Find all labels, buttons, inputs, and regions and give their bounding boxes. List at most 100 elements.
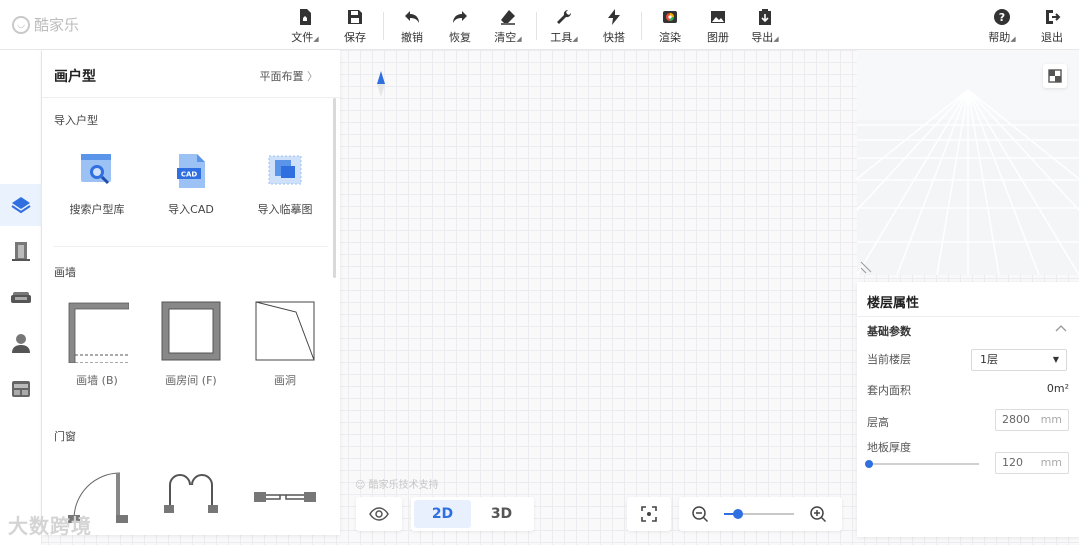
redo-button[interactable]: 恢复 [440,8,480,45]
slab-thickness-label: 地板厚度 [867,441,911,454]
brand-logo[interactable]: ◡ 酷家乐 [12,14,79,35]
door-icon [12,242,30,261]
zoom-slider[interactable] [724,509,794,519]
view-3d-button[interactable]: 3D [473,500,530,528]
section-wall: 画墙 [54,266,76,279]
draw-wall-label: 画墙 (B) [76,374,118,387]
preview-layout-button[interactable] [1043,64,1067,88]
redo-icon [453,11,467,23]
import-cad-label: 导入CAD [168,203,214,216]
nav-floorplan[interactable] [0,184,42,226]
clear-button[interactable]: 清空◢ [488,8,528,45]
layout-toggle-icon [1048,69,1062,83]
slab-slider-handle[interactable] [865,460,873,468]
compass-icon[interactable] [375,70,387,98]
undo-button[interactable]: 撤销 [392,8,432,45]
nav-furniture[interactable] [0,276,42,318]
export-label: 导出 [751,31,774,44]
section-divider [54,246,328,247]
shortcut-button[interactable]: 快搭 [594,8,634,45]
import-cad-tile[interactable]: CAD 导入CAD [143,145,239,217]
visibility-button[interactable] [356,497,402,531]
draw-opening-tile[interactable]: 画洞 [237,296,333,388]
layers-icon [11,197,31,214]
import-trace-label: 导入临摹图 [257,203,313,216]
person-icon [12,334,30,353]
floor-height-unit: mm [1040,413,1062,426]
corner-overlay-text: 大数跨境 [8,514,92,538]
fit-view-button[interactable] [627,497,671,531]
toolbar-divider [383,12,384,40]
tech-support-watermark: ☺ 酷家乐技术支持 [355,480,439,491]
floor-height-input[interactable]: 2800 mm [995,409,1069,431]
undo-label: 撤销 [401,31,423,44]
current-floor-select[interactable]: 1层 ▼ [971,349,1067,371]
zoom-out-icon[interactable] [691,505,709,523]
clipboard-icon [759,9,771,25]
brand-name: 酷家乐 [34,16,80,34]
zoom-slider-handle[interactable] [733,509,743,519]
caret-down-icon: ▼ [1052,355,1059,364]
section-doors-windows: 门窗 [54,430,76,443]
tools-label: 工具 [550,31,573,44]
file-label: 文件 [291,31,314,44]
focus-frame-icon [641,506,657,522]
album-label: 图册 [707,31,729,44]
floor-layout-label: 平面布置 [259,70,304,83]
slab-thickness-slider[interactable] [865,460,979,468]
save-icon [348,10,362,24]
logout-icon [1046,10,1061,24]
eraser-icon [501,10,515,25]
watermark-text: 酷家乐技术支持 [368,480,439,491]
zoom-in-icon[interactable] [809,505,827,523]
save-label: 保存 [344,31,366,44]
album-button[interactable]: 图册 [698,8,738,45]
current-floor-label: 当前楼层 [867,353,911,366]
view-2d-button[interactable]: 2D [414,500,471,528]
props-divider [857,316,1079,317]
draw-room-tile[interactable]: 画房间 (F) [143,296,239,388]
draw-room-label: 画房间 (F) [165,374,217,387]
interior-area-label: 套内面积 [867,384,911,397]
wall-icon [49,296,145,366]
category-sidebar [0,50,42,545]
save-button[interactable]: 保存 [335,8,375,45]
draw-wall-tile[interactable]: 画墙 (B) [49,296,145,388]
zoom-control [679,497,842,531]
panel-title: 画户型 [54,69,96,85]
window-tile[interactable] [237,455,333,525]
nav-doors[interactable] [0,230,42,272]
logout-button[interactable]: 退出 [1032,8,1072,45]
toolbar-divider [641,12,642,40]
render-button[interactable]: 渲染 [650,8,690,45]
cad-file-icon: CAD [143,145,239,195]
search-floorplan-label: 搜索户型库 [69,203,125,216]
logo-icon: ◡ [12,15,30,34]
nav-people[interactable] [0,322,42,364]
help-button[interactable]: ? 帮助◢ [982,8,1022,45]
double-door-tile[interactable] [143,455,239,525]
help-label: 帮助 [988,31,1011,44]
search-library-icon [49,145,145,195]
top-toolbar: ◡ 酷家乐 文件◢ 保存 撤销 恢复 清空◢ 工具◢ 快搭 渲染 图册 导出◢ … [0,0,1079,50]
floor-properties-panel: 楼层属性 基础参数 当前楼层 1层 ▼ 套内面积 0m² 层高 2800 mm … [857,282,1079,537]
nav-cabinets[interactable] [0,368,42,410]
floor-layout-link[interactable]: 平面布置 〉 [260,68,319,84]
search-floorplan-tile[interactable]: 搜索户型库 [49,145,145,217]
floor-height-label: 层高 [867,416,889,429]
panel-scrollbar[interactable] [333,98,336,278]
undo-icon [405,11,419,23]
file-button[interactable]: 文件◢ [285,8,325,45]
slab-thickness-unit: mm [1040,456,1062,469]
chevron-right-icon: 〉 [307,70,318,83]
import-trace-tile[interactable]: 导入临摹图 [237,145,333,217]
slab-thickness-input[interactable]: 120 mm [995,452,1069,474]
3d-preview-viewport[interactable] [857,50,1079,275]
floor-properties-title: 楼层属性 [867,296,920,311]
svg-text:?: ? [999,11,1005,24]
image-icon [711,11,725,23]
chevron-up-icon[interactable] [1055,324,1067,332]
redo-label: 恢复 [449,31,471,44]
tools-button[interactable]: 工具◢ [544,8,584,45]
export-button[interactable]: 导出◢ [745,8,785,45]
